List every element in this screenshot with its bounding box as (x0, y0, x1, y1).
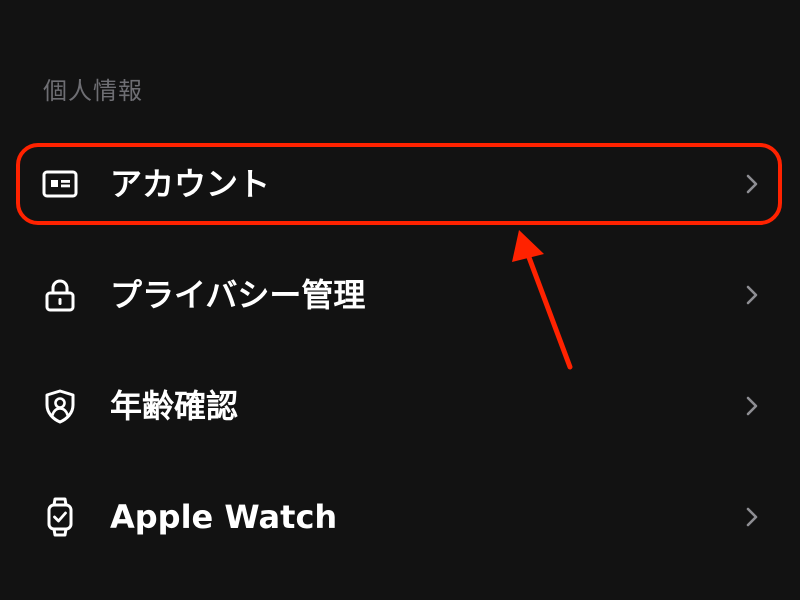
shield-person-icon (40, 386, 80, 426)
menu-item-label: 年齢確認 (110, 387, 239, 425)
chevron-right-icon (738, 503, 766, 531)
menu-item-privacy[interactable]: プライバシー管理 (0, 255, 800, 335)
menu-item-account[interactable]: アカウント (0, 144, 800, 224)
lock-icon (40, 275, 80, 315)
section-header-personal-info: 個人情報 (43, 77, 143, 105)
chevron-right-icon (738, 281, 766, 309)
menu-item-label: Apple Watch (110, 498, 338, 536)
id-card-icon (40, 164, 80, 204)
menu-item-apple-watch[interactable]: Apple Watch (0, 477, 800, 557)
menu-item-label: プライバシー管理 (110, 276, 366, 314)
chevron-right-icon (738, 392, 766, 420)
menu-item-age-verification[interactable]: 年齢確認 (0, 366, 800, 446)
chevron-right-icon (738, 170, 766, 198)
menu-item-label: アカウント (110, 165, 271, 203)
apple-watch-icon (40, 497, 80, 537)
